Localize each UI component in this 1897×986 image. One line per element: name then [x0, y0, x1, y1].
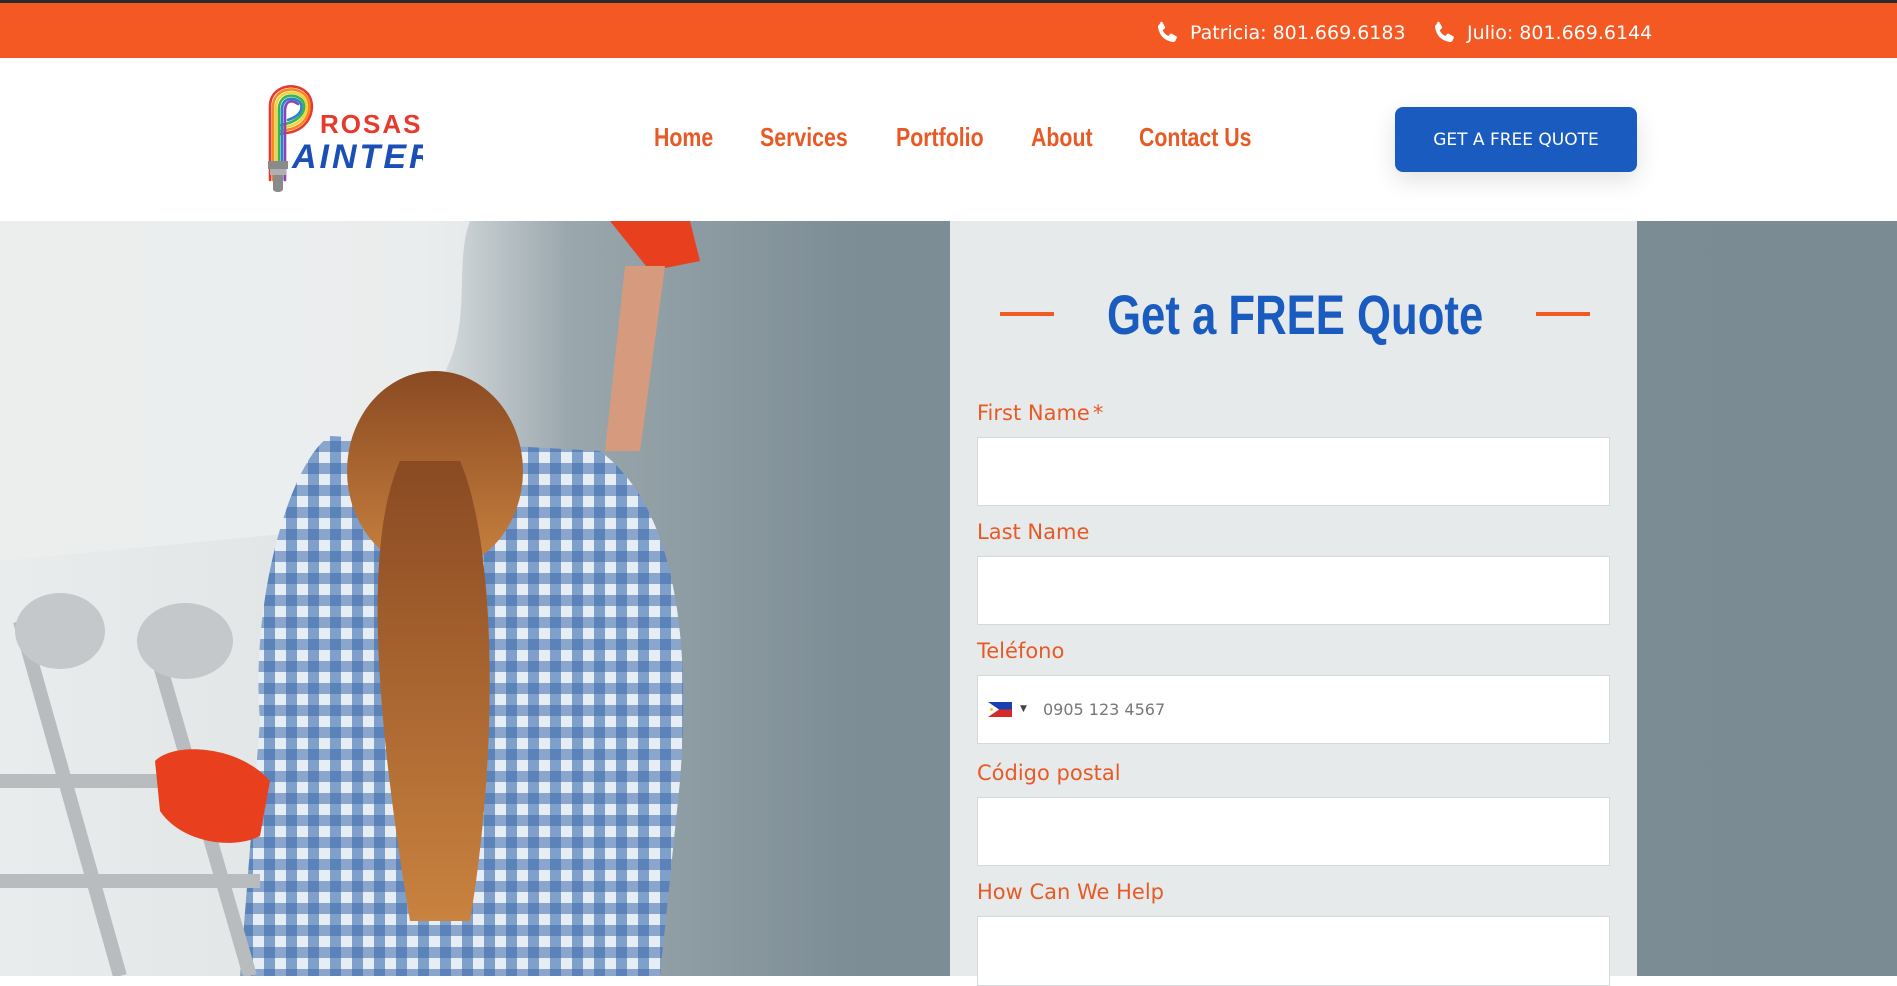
quote-form: Get a FREE Quote First Name * Last Name T…: [950, 221, 1637, 986]
phone-label: Julio: 801.669.6144: [1467, 22, 1653, 44]
postal-code-field[interactable]: [977, 797, 1610, 866]
top-contact-bar: Patricia: 801.669.6183 Julio: 801.669.61…: [0, 0, 1897, 58]
last-name-label: Last Name: [977, 520, 1090, 544]
first-name-field[interactable]: [977, 437, 1610, 506]
phone-link-patricia[interactable]: Patricia: 801.669.6183: [1153, 19, 1406, 47]
postal-code-label: Código postal: [977, 761, 1121, 785]
title-rule-right: [1536, 312, 1590, 316]
phone-placeholder: 0905 123 4567: [1043, 700, 1166, 719]
site-header: ROSAS AINTER Home Services Portfolio Abo…: [0, 58, 1897, 221]
phone-field[interactable]: ▼ 0905 123 4567: [977, 675, 1610, 744]
chevron-down-icon[interactable]: ▼: [1020, 704, 1027, 714]
phone-label: Patricia: 801.669.6183: [1190, 22, 1406, 44]
phone-link-julio[interactable]: Julio: 801.669.6144: [1430, 19, 1652, 47]
main-nav: Home Services Portfolio About Contact Us: [654, 122, 1289, 153]
nav-portfolio[interactable]: Portfolio: [896, 122, 1007, 153]
nav-services[interactable]: Services: [760, 122, 872, 153]
first-name-label: First Name *: [977, 401, 1104, 425]
nav-contact-us[interactable]: Contact Us: [1139, 122, 1262, 153]
phone-icon: [1157, 21, 1177, 43]
nav-about[interactable]: About: [1031, 122, 1120, 153]
get-free-quote-button[interactable]: GET A FREE QUOTE: [1395, 107, 1637, 172]
phone-icon: [1434, 21, 1454, 43]
rosas-painter-logo[interactable]: ROSAS AINTER: [258, 78, 423, 201]
logo-wordmark-bottom: AINTER: [291, 138, 423, 176]
last-name-field[interactable]: [977, 556, 1610, 625]
form-title: Get a FREE Quote: [1106, 282, 1484, 346]
help-label: How Can We Help: [977, 880, 1165, 904]
form-title-row: Get a FREE Quote: [1000, 282, 1590, 346]
logo-wordmark-top: ROSAS: [320, 109, 422, 139]
title-rule-left: [1000, 312, 1054, 316]
nav-home[interactable]: Home: [654, 122, 741, 153]
country-flag-icon[interactable]: [988, 702, 1012, 717]
phone-label: Teléfono: [977, 639, 1065, 663]
